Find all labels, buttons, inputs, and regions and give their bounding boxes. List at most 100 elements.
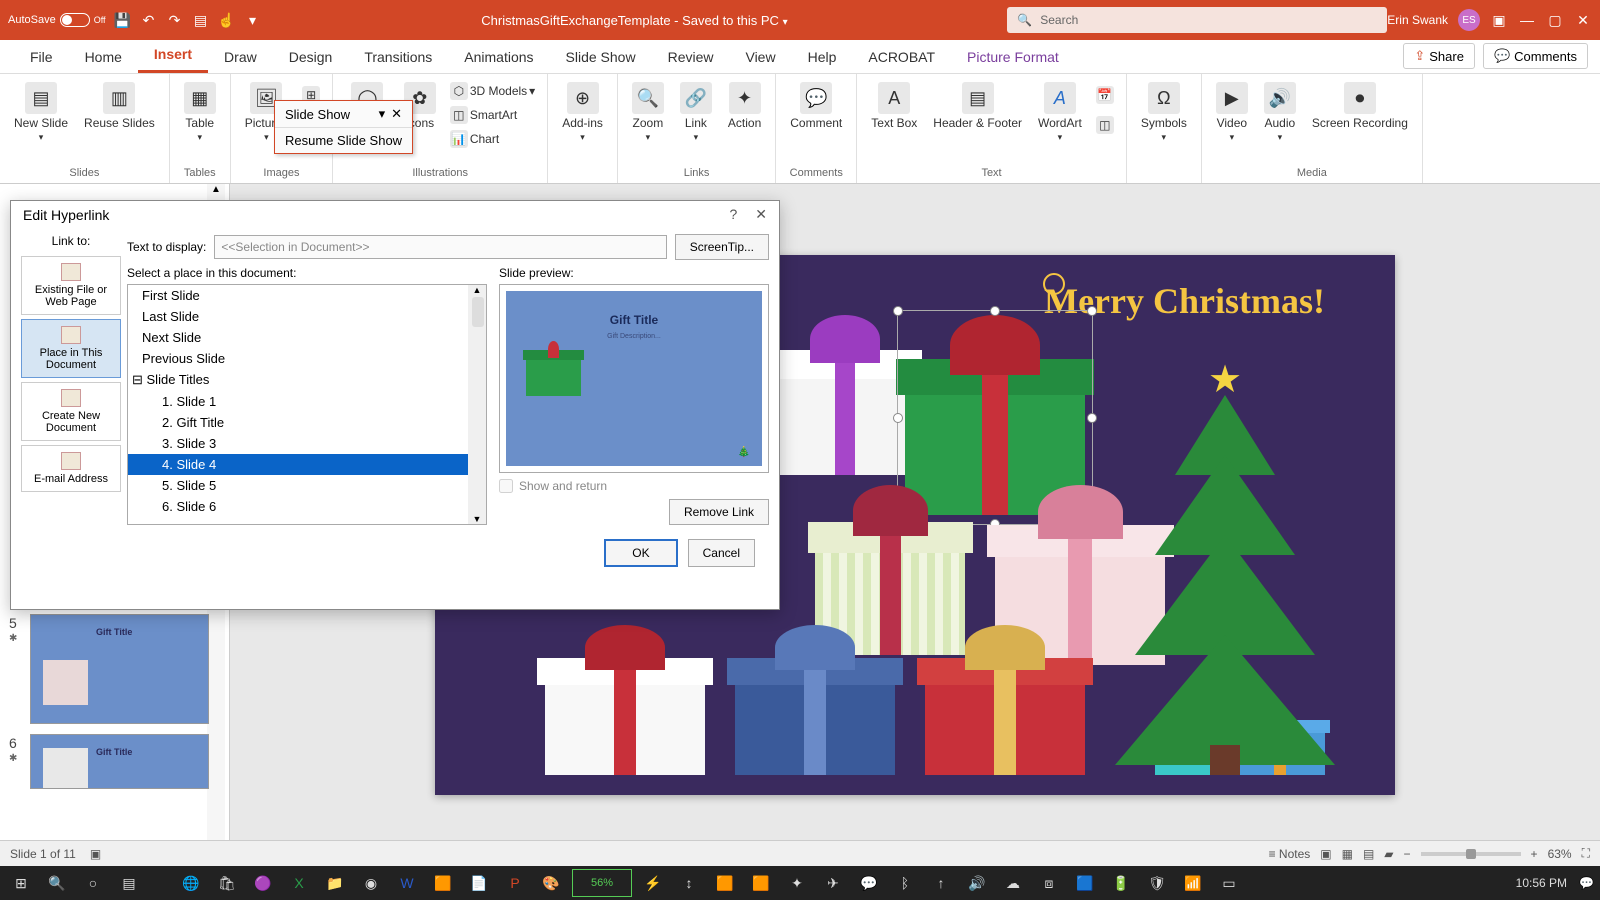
- undo-icon[interactable]: ↶: [140, 11, 158, 29]
- ok-button[interactable]: OK: [604, 539, 677, 567]
- tb-icon-i[interactable]: 🟦: [1070, 869, 1100, 897]
- scroll-up-icon[interactable]: ▲: [207, 184, 225, 195]
- notes-button[interactable]: ≡ Notes: [1269, 847, 1311, 861]
- tab-acrobat[interactable]: ACROBAT: [852, 41, 951, 73]
- tab-picture-format[interactable]: Picture Format: [951, 41, 1075, 73]
- zoom-out-icon[interactable]: −: [1404, 847, 1411, 861]
- tooltip-resume[interactable]: Resume Slide Show: [285, 133, 402, 148]
- redo-icon[interactable]: ↷: [166, 11, 184, 29]
- start-icon[interactable]: ⊞: [6, 869, 36, 897]
- new-slide-button[interactable]: ▤New Slide▾: [8, 78, 74, 147]
- volume-icon[interactable]: 🔊: [962, 869, 992, 897]
- present-icon[interactable]: ▤: [192, 11, 210, 29]
- tab-file[interactable]: File: [14, 41, 69, 73]
- link-opt-existing[interactable]: Existing File or Web Page: [21, 256, 121, 315]
- excel-icon[interactable]: X: [284, 869, 314, 897]
- dialog-help-icon[interactable]: ?: [729, 206, 737, 223]
- action-button[interactable]: ✦Action: [722, 78, 767, 134]
- edge-icon[interactable]: 🌐: [176, 869, 206, 897]
- notifications-icon[interactable]: 💬: [1579, 876, 1594, 890]
- video-button[interactable]: ▶Video▾: [1210, 78, 1254, 147]
- autosave-switch-icon[interactable]: [60, 13, 90, 27]
- zoom-in-icon[interactable]: +: [1531, 847, 1538, 861]
- place-slide-6[interactable]: 6. Slide 6: [128, 496, 486, 517]
- store-icon[interactable]: 🛍: [212, 869, 242, 897]
- place-slide-4[interactable]: 4. Slide 4: [128, 454, 486, 475]
- 3d-models-button[interactable]: ⬡3D Models ▾: [446, 80, 539, 102]
- zoom-level[interactable]: 63%: [1548, 847, 1572, 861]
- taskview-icon[interactable]: ▤: [114, 869, 144, 897]
- tb-icon-d[interactable]: 🟧: [746, 869, 776, 897]
- place-titles-header[interactable]: ⊟ Slide Titles: [128, 369, 486, 391]
- place-slide-3[interactable]: 3. Slide 3: [128, 433, 486, 454]
- user-avatar[interactable]: ES: [1458, 9, 1480, 31]
- autosave-toggle[interactable]: AutoSave Off: [8, 13, 106, 27]
- wifi-icon[interactable]: 📶: [1178, 869, 1208, 897]
- remove-link-button[interactable]: Remove Link: [669, 499, 769, 525]
- show-return-checkbox[interactable]: [499, 479, 513, 493]
- chrome-icon[interactable]: ◉: [356, 869, 386, 897]
- object-button[interactable]: ◫: [1092, 114, 1118, 136]
- ribbon-display-icon[interactable]: ▣: [1490, 11, 1508, 29]
- reading-view-icon[interactable]: ▤: [1363, 847, 1374, 861]
- gift-red-gold[interactable]: [925, 625, 1085, 775]
- minimize-icon[interactable]: —: [1518, 11, 1536, 29]
- tb-icon-c[interactable]: 🟧: [710, 869, 740, 897]
- normal-view-icon[interactable]: ▣: [1320, 847, 1331, 861]
- text-display-input[interactable]: [214, 235, 666, 259]
- addins-button[interactable]: ⊕Add-ins▾: [556, 78, 609, 147]
- wordart-button[interactable]: AWordArt▾: [1032, 78, 1088, 147]
- place-prev[interactable]: Previous Slide: [128, 348, 486, 369]
- tooltip-close-icon[interactable]: ✕: [391, 106, 402, 122]
- share-button[interactable]: ⇪Share: [1403, 43, 1475, 69]
- accessibility-icon[interactable]: ▣: [90, 847, 101, 861]
- tb-icon-f[interactable]: ✈: [818, 869, 848, 897]
- app2-icon[interactable]: 🟧: [428, 869, 458, 897]
- tab-transitions[interactable]: Transitions: [348, 41, 448, 73]
- cancel-button[interactable]: Cancel: [688, 539, 755, 567]
- christmas-tree[interactable]: ★: [1115, 375, 1335, 775]
- cloud-icon[interactable]: ☁: [998, 869, 1028, 897]
- tb-icon-b[interactable]: ↕: [674, 869, 704, 897]
- qat-dropdown-icon[interactable]: ▾: [244, 11, 262, 29]
- search-input[interactable]: 🔍 Search: [1007, 7, 1387, 33]
- app1-icon[interactable]: 🟣: [248, 869, 278, 897]
- tb-icon-a[interactable]: ⚡: [638, 869, 668, 897]
- slideshow-view-icon[interactable]: ▰: [1384, 847, 1393, 861]
- cortana-icon[interactable]: ○: [78, 869, 108, 897]
- place-first[interactable]: First Slide: [128, 285, 486, 306]
- tb-icon-e[interactable]: ✦: [782, 869, 812, 897]
- place-next[interactable]: Next Slide: [128, 327, 486, 348]
- slide-thumb-5[interactable]: 5 ✱ Gift Title: [30, 614, 209, 724]
- rotate-handle-icon[interactable]: [1043, 273, 1065, 295]
- tooltip-dropdown-icon[interactable]: ▾: [379, 106, 386, 122]
- tb-icon-h[interactable]: ↑: [926, 869, 956, 897]
- dropbox-icon[interactable]: ⧈: [1034, 869, 1064, 897]
- user-name[interactable]: Erin Swank: [1387, 13, 1448, 27]
- date-time-button[interactable]: 📅: [1092, 84, 1118, 106]
- zoom-button[interactable]: 🔍Zoom▾: [626, 78, 670, 147]
- save-icon[interactable]: 💾: [114, 11, 132, 29]
- dialog-close-icon[interactable]: ✕: [755, 206, 767, 223]
- header-footer-button[interactable]: ▤Header & Footer: [927, 78, 1028, 134]
- tb-icon-g[interactable]: 💬: [854, 869, 884, 897]
- zoom-slider[interactable]: [1421, 852, 1521, 856]
- link-opt-place[interactable]: Place in This Document: [21, 319, 121, 378]
- tab-view[interactable]: View: [729, 41, 791, 73]
- tab-help[interactable]: Help: [792, 41, 853, 73]
- pdf-icon[interactable]: 📄: [464, 869, 494, 897]
- word-icon[interactable]: W: [392, 869, 422, 897]
- gift-white-red[interactable]: [545, 625, 705, 775]
- gift-white-purple[interactable]: [775, 315, 915, 475]
- tab-draw[interactable]: Draw: [208, 41, 273, 73]
- textbox-button[interactable]: AText Box: [865, 78, 923, 134]
- tb-search-icon[interactable]: 🔍: [42, 869, 72, 897]
- smartart-button[interactable]: ◫SmartArt: [446, 104, 539, 126]
- maximize-icon[interactable]: ▢: [1546, 11, 1564, 29]
- tb-battery-icon[interactable]: 🔋: [1106, 869, 1136, 897]
- taskbar-time[interactable]: 10:56 PM: [1516, 876, 1567, 890]
- link-opt-new[interactable]: Create New Document: [21, 382, 121, 441]
- sorter-view-icon[interactable]: ▦: [1342, 847, 1353, 861]
- touch-icon[interactable]: ☝: [218, 11, 236, 29]
- place-list-scrollbar[interactable]: ▲ ▼: [468, 285, 486, 524]
